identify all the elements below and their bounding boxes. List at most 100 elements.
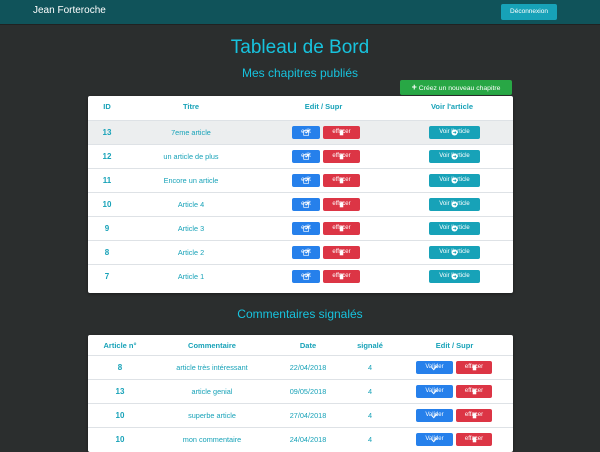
- col-comment: Commentaire: [188, 341, 236, 350]
- trash-icon: [471, 436, 478, 443]
- page-title: Tableau de Bord: [230, 37, 370, 58]
- row-id: 13: [102, 128, 112, 137]
- view-article-button[interactable]: Voir l'article: [429, 198, 480, 211]
- row-flagged: 4: [367, 387, 373, 396]
- arrow-circle-icon: [451, 249, 458, 256]
- delete-button[interactable]: effacer: [323, 126, 360, 139]
- create-chapter-label: Créez un nouveau chapitre: [418, 85, 501, 92]
- trash-icon: [471, 364, 478, 371]
- row-article: 8: [117, 363, 123, 372]
- arrow-circle-icon: [451, 129, 458, 136]
- table-row: 10 Article 4 editeffacer Voir l'article: [88, 192, 513, 217]
- table-row: 13 article genial 09/05/2018 4 Validerefface…: [88, 379, 513, 404]
- view-article-button[interactable]: Voir l'article: [429, 126, 480, 139]
- row-comment: article genial: [191, 387, 233, 396]
- validate-button[interactable]: Valider: [416, 385, 453, 398]
- edit-icon: [302, 225, 310, 232]
- plus-icon: +: [411, 82, 417, 92]
- arrow-circle-icon: [451, 153, 458, 160]
- delete-button[interactable]: effacer: [456, 361, 492, 374]
- table-row: 11 Encore un article editeffacer Voir l'art…: [88, 168, 513, 193]
- row-date: 24/04/2018: [289, 435, 327, 444]
- arrow-circle-icon: [451, 273, 458, 280]
- delete-button[interactable]: effacer: [456, 385, 492, 398]
- trash-icon: [338, 249, 345, 256]
- delete-button[interactable]: effacer: [323, 222, 360, 235]
- row-id: 9: [104, 224, 110, 233]
- col-edit: Edit / Supr: [435, 341, 474, 350]
- row-flagged: 4: [367, 411, 373, 420]
- row-comment: article très intéressant: [176, 363, 248, 372]
- row-date: 09/05/2018: [289, 387, 327, 396]
- view-article-button[interactable]: Voir l'article: [429, 246, 480, 259]
- edit-button[interactable]: edit: [292, 246, 320, 259]
- delete-button[interactable]: effacer: [323, 246, 360, 259]
- brand-name[interactable]: Jean Forteroche: [33, 5, 106, 16]
- edit-button[interactable]: edit: [292, 126, 320, 139]
- edit-button[interactable]: edit: [292, 150, 320, 163]
- comments-table-header: Article n° Commentaire Date signalé Edit…: [88, 341, 513, 355]
- trash-icon: [338, 129, 345, 136]
- col-edit: Edit / Supr: [304, 102, 343, 111]
- row-id: 11: [102, 176, 112, 185]
- table-row: 7 Article 1 editeffacer Voir l'article: [88, 264, 513, 289]
- trash-icon: [338, 201, 345, 208]
- view-article-button[interactable]: Voir l'article: [429, 270, 480, 283]
- check-icon: [431, 388, 438, 395]
- edit-button[interactable]: edit: [292, 222, 320, 235]
- delete-button[interactable]: effacer: [456, 433, 492, 446]
- row-id: 12: [102, 152, 112, 161]
- edit-icon: [302, 153, 310, 160]
- delete-button[interactable]: effacer: [323, 150, 360, 163]
- trash-icon: [471, 412, 478, 419]
- trash-icon: [471, 388, 478, 395]
- logout-button[interactable]: Déconnexion: [501, 4, 557, 20]
- col-date: Date: [299, 341, 317, 350]
- chapters-heading: Mes chapitres publiés: [241, 66, 359, 80]
- validate-button[interactable]: Valider: [416, 361, 453, 374]
- delete-button[interactable]: effacer: [323, 198, 360, 211]
- chapters-table-header: ID Titre Edit / Supr Voir l'article: [88, 102, 513, 116]
- edit-icon: [302, 129, 310, 136]
- edit-icon: [302, 201, 310, 208]
- delete-button[interactable]: effacer: [323, 270, 360, 283]
- delete-button[interactable]: effacer: [456, 409, 492, 422]
- edit-button[interactable]: edit: [292, 270, 320, 283]
- validate-button[interactable]: Valider: [416, 433, 453, 446]
- col-flagged: signalé: [357, 341, 383, 350]
- arrow-circle-icon: [451, 201, 458, 208]
- validate-button[interactable]: Valider: [416, 409, 453, 422]
- view-article-button[interactable]: Voir l'article: [429, 174, 480, 187]
- row-article: 13: [115, 387, 125, 396]
- view-article-button[interactable]: Voir l'article: [429, 150, 480, 163]
- trash-icon: [338, 273, 345, 280]
- edit-button[interactable]: edit: [292, 174, 320, 187]
- edit-icon: [302, 177, 310, 184]
- row-id: 7: [104, 272, 110, 281]
- row-title: 7eme article: [171, 128, 211, 137]
- trash-icon: [338, 225, 345, 232]
- comments-heading: Commentaires signalés: [237, 307, 363, 321]
- edit-button[interactable]: edit: [292, 198, 320, 211]
- chapters-table: ID Titre Edit / Supr Voir l'article 13 7e…: [88, 96, 513, 293]
- check-icon: [431, 436, 438, 443]
- delete-button[interactable]: effacer: [323, 174, 360, 187]
- table-row: 10 mon commentaire 24/04/2018 4 Validereffac…: [88, 427, 513, 452]
- row-title: Article 4: [177, 200, 205, 209]
- arrow-circle-icon: [451, 177, 458, 184]
- col-article: Article n°: [103, 341, 137, 350]
- col-id: ID: [103, 102, 111, 111]
- check-icon: [431, 364, 438, 371]
- row-id: 8: [104, 248, 110, 257]
- row-comment: superbe article: [188, 411, 236, 420]
- row-title: un article de plus: [163, 152, 219, 161]
- view-article-button[interactable]: Voir l'article: [429, 222, 480, 235]
- top-navbar: Jean Forteroche Déconnexion: [0, 0, 600, 24]
- row-article: 10: [115, 435, 125, 444]
- row-flagged: 4: [367, 435, 373, 444]
- row-comment: mon commentaire: [182, 435, 242, 444]
- table-row: 8 Article 2 editeffacer Voir l'article: [88, 240, 513, 265]
- edit-icon: [302, 273, 310, 280]
- table-row: 9 Article 3 editeffacer Voir l'article: [88, 216, 513, 241]
- create-chapter-button[interactable]: + Créez un nouveau chapitre: [400, 80, 512, 95]
